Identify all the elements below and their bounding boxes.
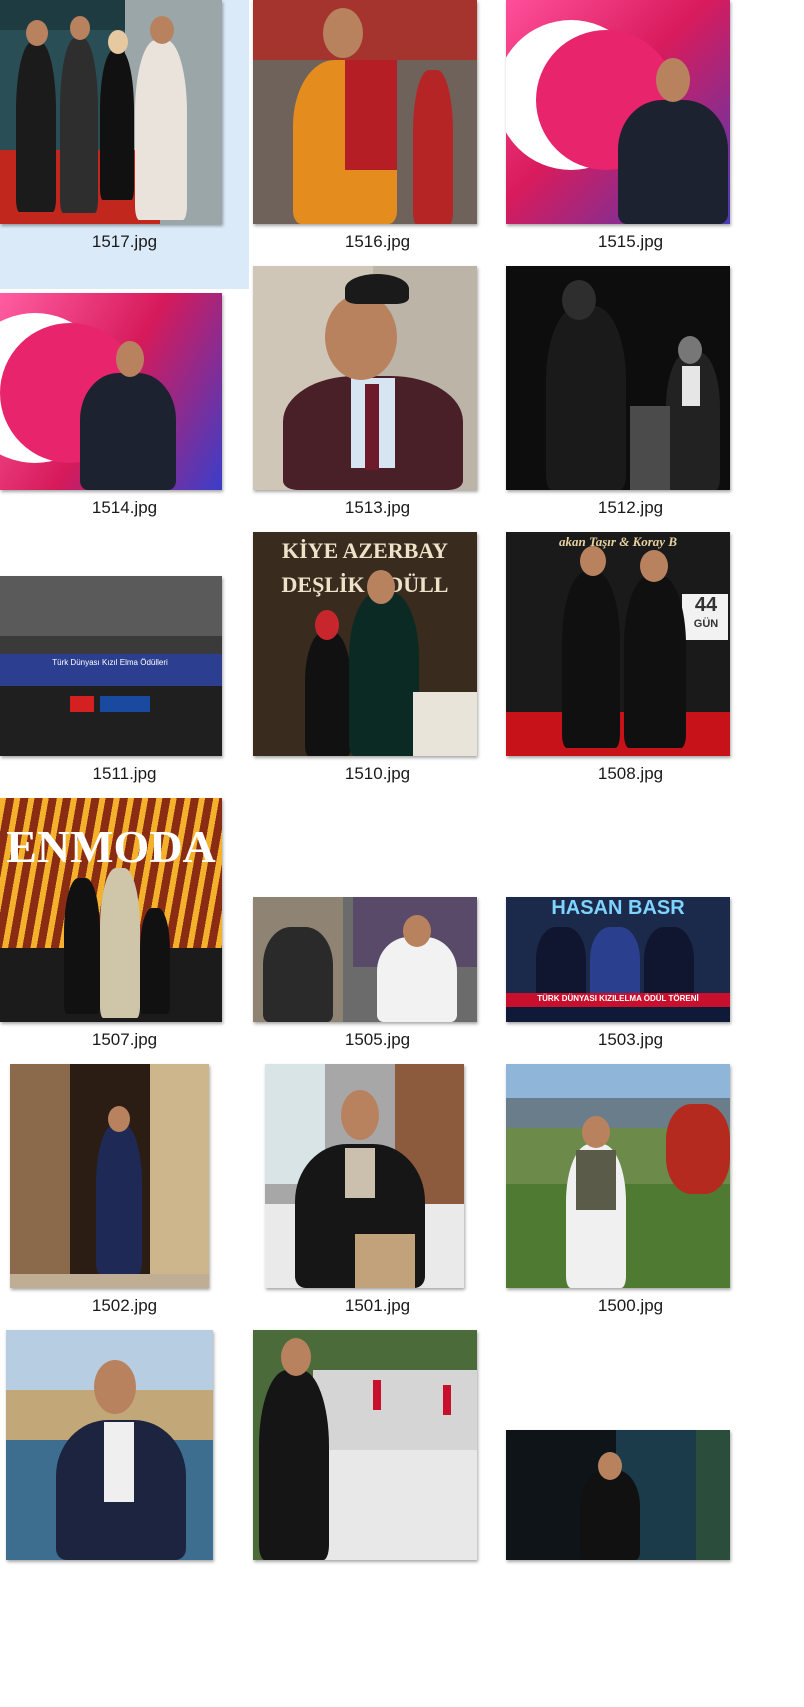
file-name-label: 1507.jpg: [91, 1030, 158, 1049]
thumbnail-image[interactable]: [253, 1330, 477, 1560]
thumbnail-image[interactable]: [506, 266, 730, 490]
file-tile-1507[interactable]: ENMODA 1507.jpg: [0, 798, 249, 1087]
thumbnail-image[interactable]: [506, 0, 730, 224]
file-name-label: 1508.jpg: [597, 764, 664, 783]
file-tile-1505[interactable]: 1505.jpg: [253, 798, 502, 1087]
banner-text: HASAN BASR: [551, 897, 685, 919]
banner-text: KİYE AZERBAY: [281, 538, 449, 563]
thumbnail-image[interactable]: [265, 1064, 464, 1288]
file-tile-partial-1[interactable]: [0, 1330, 249, 1619]
file-name-label: 1505.jpg: [344, 1030, 411, 1049]
file-tile-1513[interactable]: 1513.jpg: [253, 266, 502, 555]
file-tile-1502[interactable]: 1502.jpg: [0, 1064, 249, 1353]
thumbnail-image[interactable]: HASAN BASR TÜRK DÜNYASI KIZILELMA ÖDÜL T…: [506, 897, 730, 1022]
file-tile-partial-3[interactable]: [506, 1330, 755, 1619]
file-name-label: 1516.jpg: [344, 232, 411, 251]
days-label: GÜN: [693, 618, 719, 630]
file-tile-partial-2[interactable]: [253, 1330, 502, 1619]
thumbnail-image[interactable]: [0, 0, 222, 224]
thumbnail-image[interactable]: akan Taşır & Koray B 44 GÜN: [506, 532, 730, 756]
banner-text: akan Taşır & Koray B: [559, 534, 677, 549]
thumbnail-image[interactable]: [506, 1064, 730, 1288]
thumbnail-image[interactable]: KİYE AZERBAY DEŞLİK ÖDÜLL: [253, 532, 477, 756]
file-name-label: 1511.jpg: [92, 764, 157, 783]
file-name-label: 1502.jpg: [91, 1296, 158, 1315]
file-tile-1517[interactable]: 1517.jpg: [0, 0, 249, 289]
file-name-label: 1517.jpg: [91, 232, 158, 251]
file-tile-1503[interactable]: HASAN BASR TÜRK DÜNYASI KIZILELMA ÖDÜL T…: [506, 798, 755, 1087]
file-tile-1508[interactable]: akan Taşır & Koray B 44 GÜN 1508.jpg: [506, 532, 755, 821]
file-tile-1500[interactable]: 1500.jpg: [506, 1064, 755, 1353]
file-tile-1512[interactable]: 1512.jpg: [506, 266, 755, 555]
thumbnail-image[interactable]: Türk Dünyası Kızıl Elma Ödülleri: [0, 576, 222, 756]
banner-text: Türk Dünyası Kızıl Elma Ödülleri: [52, 658, 168, 667]
file-name-label: 1515.jpg: [597, 232, 664, 251]
file-name-label: 1501.jpg: [344, 1296, 411, 1315]
thumbnail-image[interactable]: [253, 897, 477, 1022]
file-name-label: 1514.jpg: [91, 498, 158, 517]
thumbnail-image[interactable]: ENMODA: [0, 798, 222, 1022]
file-name-label: 1510.jpg: [344, 764, 411, 783]
caption-text: TÜRK DÜNYASI KIZILELMA ÖDÜL TÖRENİ: [537, 994, 699, 1003]
thumbnail-image[interactable]: [6, 1330, 213, 1560]
days-number: 44: [694, 594, 718, 616]
file-name-label: 1513.jpg: [344, 498, 411, 517]
thumbnail-image[interactable]: [10, 1064, 209, 1288]
file-name-label: 1500.jpg: [597, 1296, 664, 1315]
file-name-label: 1512.jpg: [597, 498, 664, 517]
banner-text: DEŞLİK ÖDÜLL: [281, 572, 449, 597]
banner-text: ENMODA: [6, 821, 216, 872]
file-tile-1515[interactable]: 1515.jpg: [506, 0, 755, 289]
file-tile-1510[interactable]: KİYE AZERBAY DEŞLİK ÖDÜLL 1510.jpg: [253, 532, 502, 821]
thumbnail-image[interactable]: [506, 1430, 730, 1560]
file-tile-1501[interactable]: 1501.jpg: [253, 1064, 502, 1353]
file-tile-1514[interactable]: 1514.jpg: [0, 266, 249, 555]
file-name-label: 1503.jpg: [597, 1030, 664, 1049]
thumbnail-image[interactable]: [253, 266, 477, 490]
file-tile-1511[interactable]: Türk Dünyası Kızıl Elma Ödülleri 1511.jp…: [0, 532, 249, 821]
thumbnail-image[interactable]: [253, 0, 477, 224]
thumbnail-image[interactable]: [0, 293, 222, 490]
file-tile-1516[interactable]: 1516.jpg: [253, 0, 502, 289]
